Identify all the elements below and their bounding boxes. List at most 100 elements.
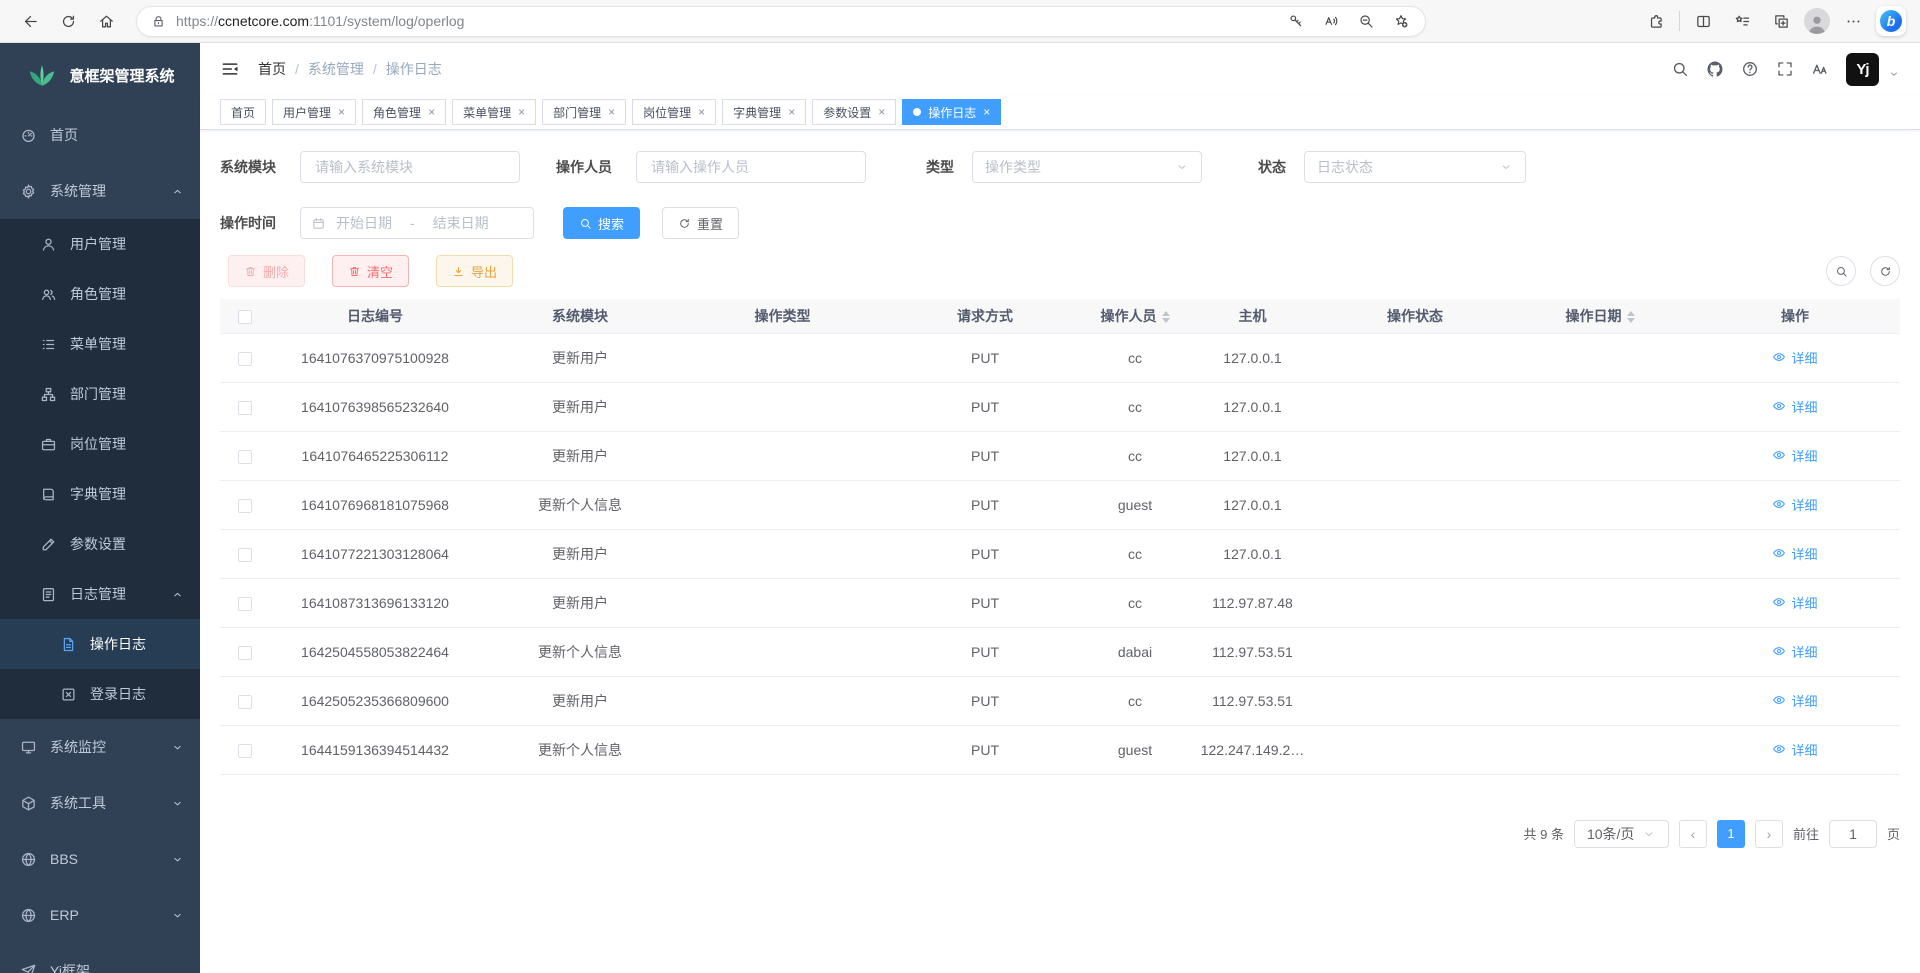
sidebar-item-param-settings[interactable]: 参数设置 [0, 519, 200, 569]
user-logo[interactable]: Yj [1846, 53, 1879, 86]
browser-home-button[interactable] [90, 5, 122, 37]
zoom-out-button[interactable] [1352, 7, 1380, 35]
tab-param-settings[interactable]: 参数设置× [812, 99, 896, 125]
tab-home[interactable]: 首页 [220, 99, 266, 125]
breadcrumb-home[interactable]: 首页 [258, 59, 286, 79]
sidebar-item-dept-mgmt[interactable]: 部门管理 [0, 369, 200, 419]
type-select[interactable]: 操作类型 [972, 151, 1202, 183]
github-icon[interactable] [1706, 60, 1724, 78]
sidebar-item-role-mgmt[interactable]: 角色管理 [0, 269, 200, 319]
operator-input[interactable] [637, 152, 865, 182]
show-search-button[interactable] [1826, 256, 1856, 286]
checkbox[interactable] [238, 352, 252, 366]
goto-page-input[interactable] [1830, 821, 1876, 847]
bing-chat-button[interactable]: b [1876, 6, 1906, 36]
font-size-icon[interactable] [1811, 60, 1829, 78]
close-icon[interactable]: × [608, 105, 615, 119]
split-screen-button[interactable] [1687, 5, 1719, 37]
checkbox[interactable] [238, 548, 252, 562]
page-1-button[interactable]: 1 [1717, 820, 1745, 848]
read-aloud-button[interactable] [1317, 7, 1345, 35]
detail-link[interactable]: 详细 [1772, 691, 1817, 710]
sidebar-item-yi-framework[interactable]: Yi框架 [0, 943, 200, 973]
detail-link[interactable]: 详细 [1772, 495, 1817, 514]
help-icon[interactable] [1741, 60, 1759, 78]
add-favorite-button[interactable] [1387, 7, 1415, 35]
sidebar-item-system-monitor[interactable]: 系统监控 [0, 719, 200, 775]
close-icon[interactable]: × [428, 105, 435, 119]
clear-button[interactable]: 清空 [332, 255, 409, 287]
refresh-table-button[interactable] [1870, 256, 1900, 286]
address-bar[interactable]: https://ccnetcore.com:1101/system/log/op… [136, 6, 1426, 37]
next-page-button[interactable]: › [1755, 820, 1783, 848]
date-range-picker[interactable]: 开始日期 - 结束日期 [300, 207, 534, 239]
sidebar-item-post-mgmt[interactable]: 岗位管理 [0, 419, 200, 469]
sidebar-collapse-icon[interactable] [220, 59, 240, 79]
status-select[interactable]: 日志状态 [1304, 151, 1526, 183]
browser-refresh-button[interactable] [52, 5, 84, 37]
column-header[interactable]: 操作日期 [1510, 299, 1690, 333]
close-icon[interactable]: × [878, 105, 885, 119]
browser-menu-button[interactable] [1837, 5, 1869, 37]
checkbox[interactable] [238, 646, 252, 660]
close-icon[interactable]: × [788, 105, 795, 119]
checkbox[interactable] [238, 401, 252, 415]
checkbox[interactable] [238, 597, 252, 611]
search-button[interactable]: 搜索 [563, 207, 640, 239]
checkbox[interactable] [238, 499, 252, 513]
export-button[interactable]: 导出 [436, 255, 513, 287]
sort-carets-icon[interactable] [1162, 311, 1170, 323]
close-icon[interactable]: × [698, 105, 705, 119]
breadcrumb-system[interactable]: 系统管理 [308, 59, 364, 79]
browser-back-button[interactable] [14, 5, 46, 37]
sort-carets-icon[interactable] [1627, 311, 1635, 323]
column-header[interactable]: 操作人员 [1085, 299, 1185, 333]
user-dropdown-caret-icon[interactable] [1888, 68, 1900, 80]
prev-page-button[interactable]: ‹ [1679, 820, 1707, 848]
app-logo[interactable]: 意框架管理系统 [0, 43, 200, 107]
favorites-button[interactable] [1726, 5, 1758, 37]
sidebar-item-dict-mgmt[interactable]: 字典管理 [0, 469, 200, 519]
checkbox[interactable] [238, 744, 252, 758]
tab-menu-mgmt[interactable]: 菜单管理× [452, 99, 536, 125]
sidebar-item-log-mgmt[interactable]: 日志管理 [0, 569, 200, 619]
collections-button[interactable] [1765, 5, 1797, 37]
fullscreen-icon[interactable] [1776, 60, 1794, 78]
extensions-button[interactable] [1640, 5, 1672, 37]
sidebar-item-bbs[interactable]: BBS [0, 831, 200, 887]
close-icon[interactable]: × [518, 105, 525, 119]
detail-link[interactable]: 详细 [1772, 348, 1817, 367]
tab-role-mgmt[interactable]: 角色管理× [362, 99, 446, 125]
tab-post-mgmt[interactable]: 岗位管理× [632, 99, 716, 125]
reset-button[interactable]: 重置 [662, 207, 739, 239]
detail-link[interactable]: 详细 [1772, 642, 1817, 661]
delete-button[interactable]: 删除 [228, 255, 305, 287]
sidebar-item-login-log[interactable]: 登录日志 [0, 669, 200, 719]
sidebar-item-system-mgmt[interactable]: 系统管理 [0, 163, 200, 219]
checkbox[interactable] [238, 310, 252, 324]
password-manager-button[interactable] [1282, 7, 1310, 35]
detail-link[interactable]: 详细 [1772, 740, 1817, 759]
sidebar-item-menu-mgmt[interactable]: 菜单管理 [0, 319, 200, 369]
page-size-select[interactable]: 10条/页 [1574, 820, 1669, 848]
checkbox[interactable] [238, 695, 252, 709]
detail-link[interactable]: 详细 [1772, 544, 1817, 563]
checkbox[interactable] [238, 450, 252, 464]
close-icon[interactable]: × [338, 105, 345, 119]
sidebar-item-home[interactable]: 首页 [0, 107, 200, 163]
tab-user-mgmt[interactable]: 用户管理× [272, 99, 356, 125]
tab-oper-log[interactable]: 操作日志× [902, 99, 1001, 125]
sidebar-item-user-mgmt[interactable]: 用户管理 [0, 219, 200, 269]
module-input[interactable] [301, 152, 519, 182]
sidebar-item-erp[interactable]: ERP [0, 887, 200, 943]
header-search-icon[interactable] [1671, 60, 1689, 78]
detail-link[interactable]: 详细 [1772, 397, 1817, 416]
tab-dict-mgmt[interactable]: 字典管理× [722, 99, 806, 125]
tab-dept-mgmt[interactable]: 部门管理× [542, 99, 626, 125]
detail-link[interactable]: 详细 [1772, 593, 1817, 612]
profile-avatar[interactable] [1804, 8, 1830, 34]
sidebar-item-system-tools[interactable]: 系统工具 [0, 775, 200, 831]
close-icon[interactable]: × [983, 105, 990, 119]
detail-link[interactable]: 详细 [1772, 446, 1817, 465]
sidebar-item-oper-log[interactable]: 操作日志 [0, 619, 200, 669]
